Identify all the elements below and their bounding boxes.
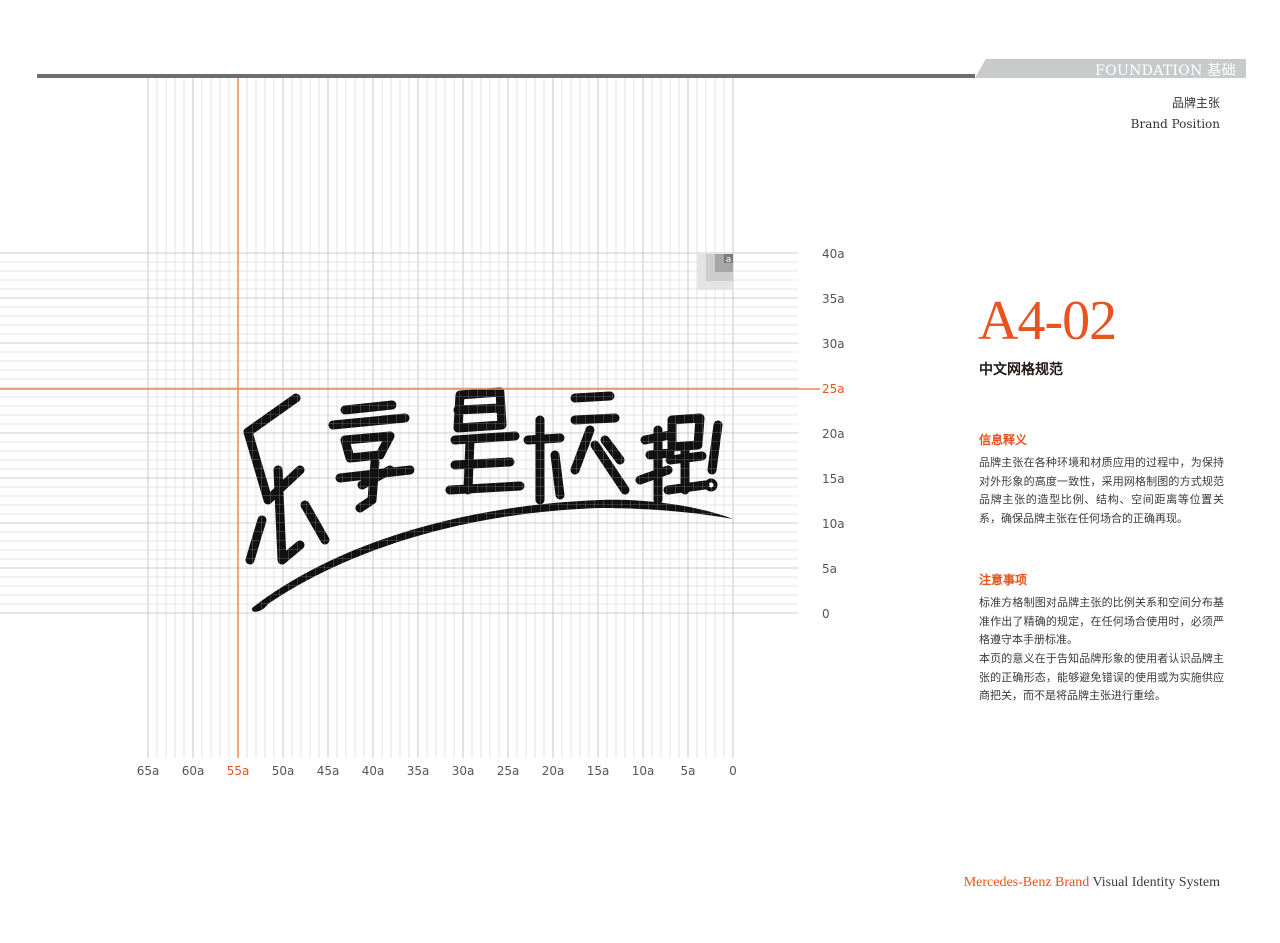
grid-vertical-lines: [147, 78, 734, 758]
x-tick-label: 35a: [407, 764, 430, 778]
unit-label: a: [726, 255, 732, 265]
section-heading-definition: 信息释义: [979, 433, 1028, 447]
section-body-definition: 品牌主张在各种环境和材质应用的过程中，为保持对外形象的高度一致性，采用网格制图的…: [979, 456, 1224, 525]
x-tick-label: 65a: [137, 764, 160, 778]
section-body-notes-1: 标准方格制图对品牌主张的比例关系和空间分布基准作出了精确的规定，在任何场合使用时…: [979, 596, 1224, 646]
section-heading-notes: 注意事项: [979, 573, 1028, 587]
section-body-notes-2: 本页的意义在于告知品牌形象的使用者认识品牌主张的正确形态，能够避免错误的使用或为…: [979, 652, 1224, 702]
x-tick-label: 20a: [542, 764, 565, 778]
x-tick-label: 30a: [452, 764, 475, 778]
footer-system: Visual Identity System: [1089, 875, 1221, 890]
x-tick-label: 10a: [632, 764, 655, 778]
x-tick-label: 25a: [497, 764, 520, 778]
y-tick-label: 40a: [822, 247, 845, 261]
x-tick-label: 45a: [317, 764, 340, 778]
grid-horizontal-lines: [0, 252, 798, 614]
x-tick-label: 50a: [272, 764, 295, 778]
footer-brand-line: Mercedes-Benz Brand Visual Identity Syst…: [964, 875, 1220, 891]
x-tick-label: 15a: [587, 764, 610, 778]
page-code: A4-02: [978, 290, 1117, 352]
y-tick-label: 25a: [822, 382, 845, 396]
x-tick-label: 0: [729, 764, 737, 778]
y-tick-label: 20a: [822, 427, 845, 441]
unit-square-legend: a: [697, 254, 733, 290]
footer-brand: Mercedes-Benz Brand: [963, 875, 1090, 890]
x-tick-label: 5a: [681, 764, 696, 778]
y-tick-label: 35a: [822, 292, 845, 306]
y-tick-label: 5a: [822, 562, 837, 576]
y-tick-label: 0: [822, 607, 830, 621]
page-subtitle: 中文网格规范: [979, 362, 1063, 378]
y-tick-label: 10a: [822, 517, 845, 531]
x-tick-label: 60a: [182, 764, 205, 778]
slogan-lettering: [243, 387, 733, 612]
y-tick-label: 30a: [822, 337, 845, 351]
x-axis-ticks: 65a 60a 55a 50a 45a 40a 35a 30a 25a 20a 15a 10a 5a 0: [137, 764, 737, 778]
y-axis-ticks: 40a 35a 30a 25a 20a 15a 10a 5a 0: [822, 247, 845, 621]
x-tick-label: 55a: [227, 764, 250, 778]
y-tick-label: 15a: [822, 472, 845, 486]
x-tick-label: 40a: [362, 764, 385, 778]
